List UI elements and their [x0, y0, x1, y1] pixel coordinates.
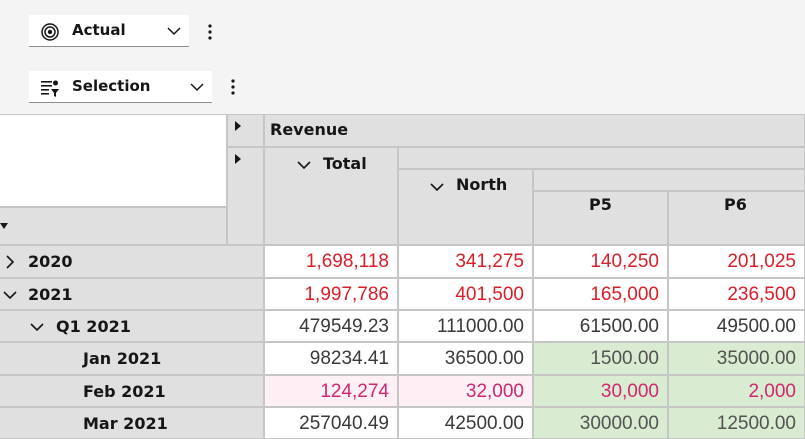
cell-p5[interactable]: 140,250: [533, 245, 668, 278]
crosstab-grid: Revenue Total North P5 P6 2020 1,698,118…: [0, 114, 805, 439]
row-label: 2021: [28, 285, 73, 304]
cell-p6[interactable]: 236,500: [668, 278, 805, 310]
cell-north[interactable]: 36500.00: [398, 342, 533, 375]
column-header-p5[interactable]: P5: [533, 191, 668, 245]
cell-north[interactable]: 341,275: [398, 245, 533, 278]
chevron-down-icon[interactable]: [3, 288, 17, 302]
column-header-north[interactable]: North: [398, 169, 533, 245]
column-header-p6[interactable]: P6: [668, 191, 805, 245]
version-dropdown[interactable]: Actual: [29, 15, 189, 47]
overflow-menu-icon[interactable]: [202, 22, 218, 42]
chevron-down-icon[interactable]: [430, 180, 444, 194]
cell-total[interactable]: 124,274: [264, 375, 398, 407]
column-header-p5-label: P5: [589, 195, 612, 214]
cell-p6[interactable]: 201,025: [668, 245, 805, 278]
selection-dropdown[interactable]: Selection: [29, 71, 212, 103]
cell-p5[interactable]: 165,000: [533, 278, 668, 310]
cell-p6[interactable]: 49500.00: [668, 310, 805, 342]
cell-p5[interactable]: 61500.00: [533, 310, 668, 342]
row-header-feb-2021[interactable]: Feb 2021: [0, 375, 264, 407]
chevron-right-icon[interactable]: [4, 255, 16, 269]
cell-p6-editable[interactable]: 12500.00: [668, 407, 805, 439]
cell-north[interactable]: 401,500: [398, 278, 533, 310]
region-header-band: [398, 147, 805, 169]
cell-north[interactable]: 111000.00: [398, 310, 533, 342]
measure-header: Revenue: [264, 114, 805, 147]
version-dropdown-label: Actual: [72, 21, 126, 39]
filter-list-icon: [40, 78, 60, 98]
caret-right-icon[interactable]: [234, 121, 242, 131]
row-header-2021[interactable]: 2021: [0, 278, 264, 310]
row-header-dimension: [0, 207, 227, 245]
column-header-total-label: Total: [323, 154, 367, 173]
cell-p5-editable[interactable]: 30000.00: [533, 407, 668, 439]
chevron-down-icon: [167, 24, 181, 38]
target-icon: [40, 22, 60, 42]
column-header-north-label: North: [456, 175, 508, 194]
cell-total[interactable]: 257040.49: [264, 407, 398, 439]
overflow-menu-icon[interactable]: [225, 77, 241, 97]
caret-down-icon[interactable]: [0, 222, 8, 230]
column-header-p6-label: P6: [724, 195, 747, 214]
row-label: Q1 2021: [56, 317, 131, 336]
cell-p5-editable[interactable]: 1500.00: [533, 342, 668, 375]
cell-total[interactable]: 1,997,786: [264, 278, 398, 310]
chevron-down-icon[interactable]: [297, 158, 311, 172]
period-header-band: [533, 169, 805, 191]
cell-total[interactable]: 98234.41: [264, 342, 398, 375]
measure-header-label: Revenue: [270, 120, 349, 139]
row-header-q1-2021[interactable]: Q1 2021: [0, 310, 264, 342]
selection-dropdown-label: Selection: [72, 77, 151, 95]
cell-total[interactable]: 479549.23: [264, 310, 398, 342]
row-header-2020[interactable]: 2020: [0, 245, 264, 278]
toolbar-version: Actual: [0, 0, 805, 61]
row-label: Mar 2021: [83, 414, 168, 433]
cell-north[interactable]: 32,000: [398, 375, 533, 407]
cell-p5-editable[interactable]: 30,000: [533, 375, 668, 407]
cell-p6-editable[interactable]: 35000.00: [668, 342, 805, 375]
column-header-total[interactable]: Total: [264, 147, 398, 245]
caret-right-icon[interactable]: [234, 154, 242, 164]
cell-total[interactable]: 1,698,118: [264, 245, 398, 278]
row-label: Jan 2021: [83, 349, 162, 368]
chevron-down-icon: [190, 80, 204, 94]
chevron-down-icon[interactable]: [30, 320, 44, 334]
row-label: 2020: [28, 252, 73, 271]
column-dimension-toggle-1[interactable]: [227, 114, 264, 147]
toolbar-selection: Selection: [0, 60, 805, 114]
cell-p6-editable[interactable]: 2,000: [668, 375, 805, 407]
corner-blank: [0, 114, 227, 207]
row-header-jan-2021[interactable]: Jan 2021: [0, 342, 264, 375]
row-header-mar-2021[interactable]: Mar 2021: [0, 407, 264, 439]
column-dimension-toggle-2[interactable]: [227, 147, 264, 245]
cell-north[interactable]: 42500.00: [398, 407, 533, 439]
row-label: Feb 2021: [83, 382, 166, 401]
